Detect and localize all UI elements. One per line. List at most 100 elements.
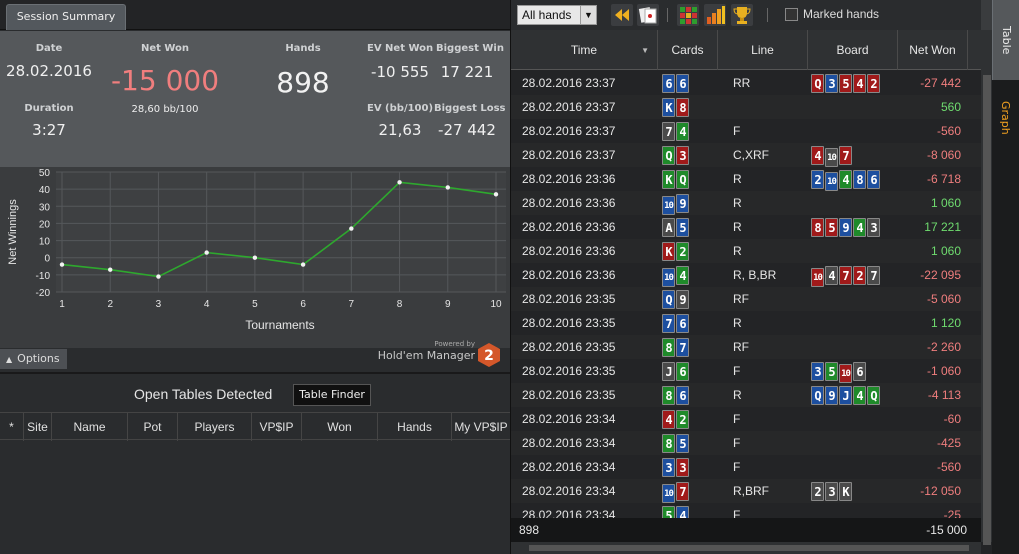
hole-cards: 86 xyxy=(662,385,690,405)
bar-chart-icon[interactable] xyxy=(704,4,726,26)
hand-row[interactable]: 28.02.2016 23:35 8 6 R Q 9 J 4 Q -4 113 xyxy=(511,383,981,407)
col-vpip[interactable]: VP$IP xyxy=(252,413,302,441)
board-cards: 10 4 7 2 7 xyxy=(811,265,881,287)
playing-card: J xyxy=(662,362,675,381)
col-cards[interactable]: Cards xyxy=(658,30,718,70)
board-cards: 23K xyxy=(811,481,853,501)
x-tick-label: 2 xyxy=(107,299,113,310)
data-point xyxy=(493,192,499,197)
replayer-icon[interactable] xyxy=(637,4,659,26)
table-finder-button[interactable]: Table Finder xyxy=(293,384,371,406)
data-point xyxy=(445,185,450,190)
col-my-vpip[interactable]: My VP$IP xyxy=(452,413,510,441)
hand-time: 28.02.2016 23:35 xyxy=(522,292,616,306)
hand-net-won: -60 xyxy=(943,412,961,426)
x-axis-label: Tournaments xyxy=(245,318,314,332)
tab-session-summary[interactable]: Session Summary xyxy=(6,4,126,30)
col-players[interactable]: Players xyxy=(178,413,252,441)
hand-net-won: -425 xyxy=(936,436,961,450)
hand-row[interactable]: 28.02.2016 23:35 Q 9 RF -5 060 xyxy=(511,287,981,311)
playing-card: 8 xyxy=(662,338,675,357)
options-toggle[interactable]: ▲ Options xyxy=(0,349,68,369)
ev-net-won-label: EV Net Won xyxy=(367,43,434,54)
col-hands[interactable]: Hands xyxy=(378,413,452,441)
col-board[interactable]: Board xyxy=(808,30,898,70)
playing-card: K xyxy=(839,482,852,501)
rewind-icon[interactable] xyxy=(611,4,633,26)
hand-line: R xyxy=(733,220,742,234)
trophy-icon[interactable] xyxy=(731,4,753,26)
hand-row[interactable]: 28.02.2016 23:34 8 5 F -425 xyxy=(511,431,981,455)
col-won[interactable]: Won xyxy=(302,413,378,441)
side-tab-graph[interactable]: Graph xyxy=(992,88,1019,148)
hand-row[interactable]: 28.02.2016 23:37 7 4 F -560 xyxy=(511,119,981,143)
hand-line: R xyxy=(733,172,742,186)
hand-row[interactable]: 28.02.2016 23:35 7 6 R 1 120 xyxy=(511,311,981,335)
hole-cards: 42 xyxy=(662,409,690,429)
chart-svg: -20 -10 0 10 20 30 40 50 1 2 3 4 5 6 7 8 9 10 Net Winnin… xyxy=(7,168,506,332)
hands-table-footer: 898 -15 000 xyxy=(511,518,981,542)
marked-hands-checkbox[interactable] xyxy=(785,8,798,21)
playing-card: 2 xyxy=(676,410,689,429)
playing-card: 10 xyxy=(811,268,824,287)
hand-row[interactable]: 28.02.2016 23:36 10 9 R 1 060 xyxy=(511,191,981,215)
playing-card: K xyxy=(662,170,675,189)
hand-time: 28.02.2016 23:34 xyxy=(522,460,616,474)
hand-row[interactable]: 28.02.2016 23:35 8 7 RF -2 260 xyxy=(511,335,981,359)
hands-table-body: 28.02.2016 23:37 6 6 RR Q 3 5 4 2 -27 442 28.02.20… xyxy=(511,71,981,518)
hand-time: 28.02.2016 23:36 xyxy=(522,220,616,234)
playing-card: 10 xyxy=(839,364,852,383)
hand-line: R, B,BR xyxy=(733,268,777,282)
hand-row[interactable]: 28.02.2016 23:36 K Q R 2 10 4 8 6 -6 718 xyxy=(511,167,981,191)
hand-row[interactable]: 28.02.2016 23:36 A 5 R 8 5 9 4 3 17 221 xyxy=(511,215,981,239)
data-point xyxy=(156,274,161,279)
col-name[interactable]: Name xyxy=(52,413,128,441)
playing-card: 10 xyxy=(662,268,675,287)
hand-row[interactable]: 28.02.2016 23:34 5 4 F -25 xyxy=(511,503,981,518)
col-site[interactable]: Site xyxy=(24,413,52,441)
playing-card: 7 xyxy=(676,482,689,501)
hole-cards: A5 xyxy=(662,217,690,237)
playing-card: 8 xyxy=(853,170,866,189)
hand-net-won: 17 221 xyxy=(924,220,961,234)
board-cards: 85943 xyxy=(811,217,881,237)
hole-cards: 87 xyxy=(662,337,690,357)
data-point xyxy=(108,267,113,272)
hand-row[interactable]: 28.02.2016 23:37 K 8 560 xyxy=(511,95,981,119)
playing-card: 6 xyxy=(867,170,880,189)
horizontal-scrollbar[interactable] xyxy=(511,542,981,554)
col-line[interactable]: Line xyxy=(718,30,808,70)
hands-value: 898 xyxy=(276,66,330,99)
playing-card: 7 xyxy=(867,266,880,285)
col-pot[interactable]: Pot xyxy=(128,413,178,441)
hand-row[interactable]: 28.02.2016 23:34 10 7 R,BRF 2 3 K -12 050 xyxy=(511,479,981,503)
vertical-scroll-thumb[interactable] xyxy=(983,75,991,545)
side-tab-table[interactable]: Table xyxy=(992,0,1019,80)
playing-card: 5 xyxy=(662,506,675,518)
hand-time: 28.02.2016 23:35 xyxy=(522,364,616,378)
hand-row[interactable]: 28.02.2016 23:36 K 2 R 1 060 xyxy=(511,239,981,263)
playing-card: 9 xyxy=(676,290,689,309)
hand-row[interactable]: 28.02.2016 23:36 10 4 R, B,BR 10 4 7 2 7 -22 095 xyxy=(511,263,981,287)
biggest-loss-value: -27 442 xyxy=(438,121,496,139)
hand-line: R xyxy=(733,244,742,258)
horizontal-scroll-thumb[interactable] xyxy=(529,545,969,551)
hand-row[interactable]: 28.02.2016 23:37 6 6 RR Q 3 5 4 2 -27 442 xyxy=(511,71,981,95)
hand-filter-value: All hands xyxy=(522,8,572,22)
hand-net-won: -560 xyxy=(936,460,961,474)
hand-filter-select[interactable]: All hands ▼ xyxy=(517,5,597,25)
biggest-loss-label: Biggest Loss xyxy=(434,103,506,114)
col-net-won[interactable]: Net Won xyxy=(898,30,968,70)
options-label: Options xyxy=(17,352,60,365)
data-point xyxy=(204,250,209,255)
hand-row[interactable]: 28.02.2016 23:34 3 3 F -560 xyxy=(511,455,981,479)
footer-total-won: -15 000 xyxy=(926,523,967,537)
col-star[interactable]: * xyxy=(0,413,24,441)
heatmap-grid-icon[interactable] xyxy=(677,4,699,26)
col-time[interactable]: Time ▼ xyxy=(511,30,658,70)
hand-row[interactable]: 28.02.2016 23:37 Q 3 C,XRF 4 10 7 -8 060 xyxy=(511,143,981,167)
playing-card: 5 xyxy=(676,434,689,453)
hand-row[interactable]: 28.02.2016 23:34 4 2 F -60 xyxy=(511,407,981,431)
hand-net-won: -560 xyxy=(936,124,961,138)
hand-row[interactable]: 28.02.2016 23:35 J 6 F 3 5 10 6 -1 060 xyxy=(511,359,981,383)
